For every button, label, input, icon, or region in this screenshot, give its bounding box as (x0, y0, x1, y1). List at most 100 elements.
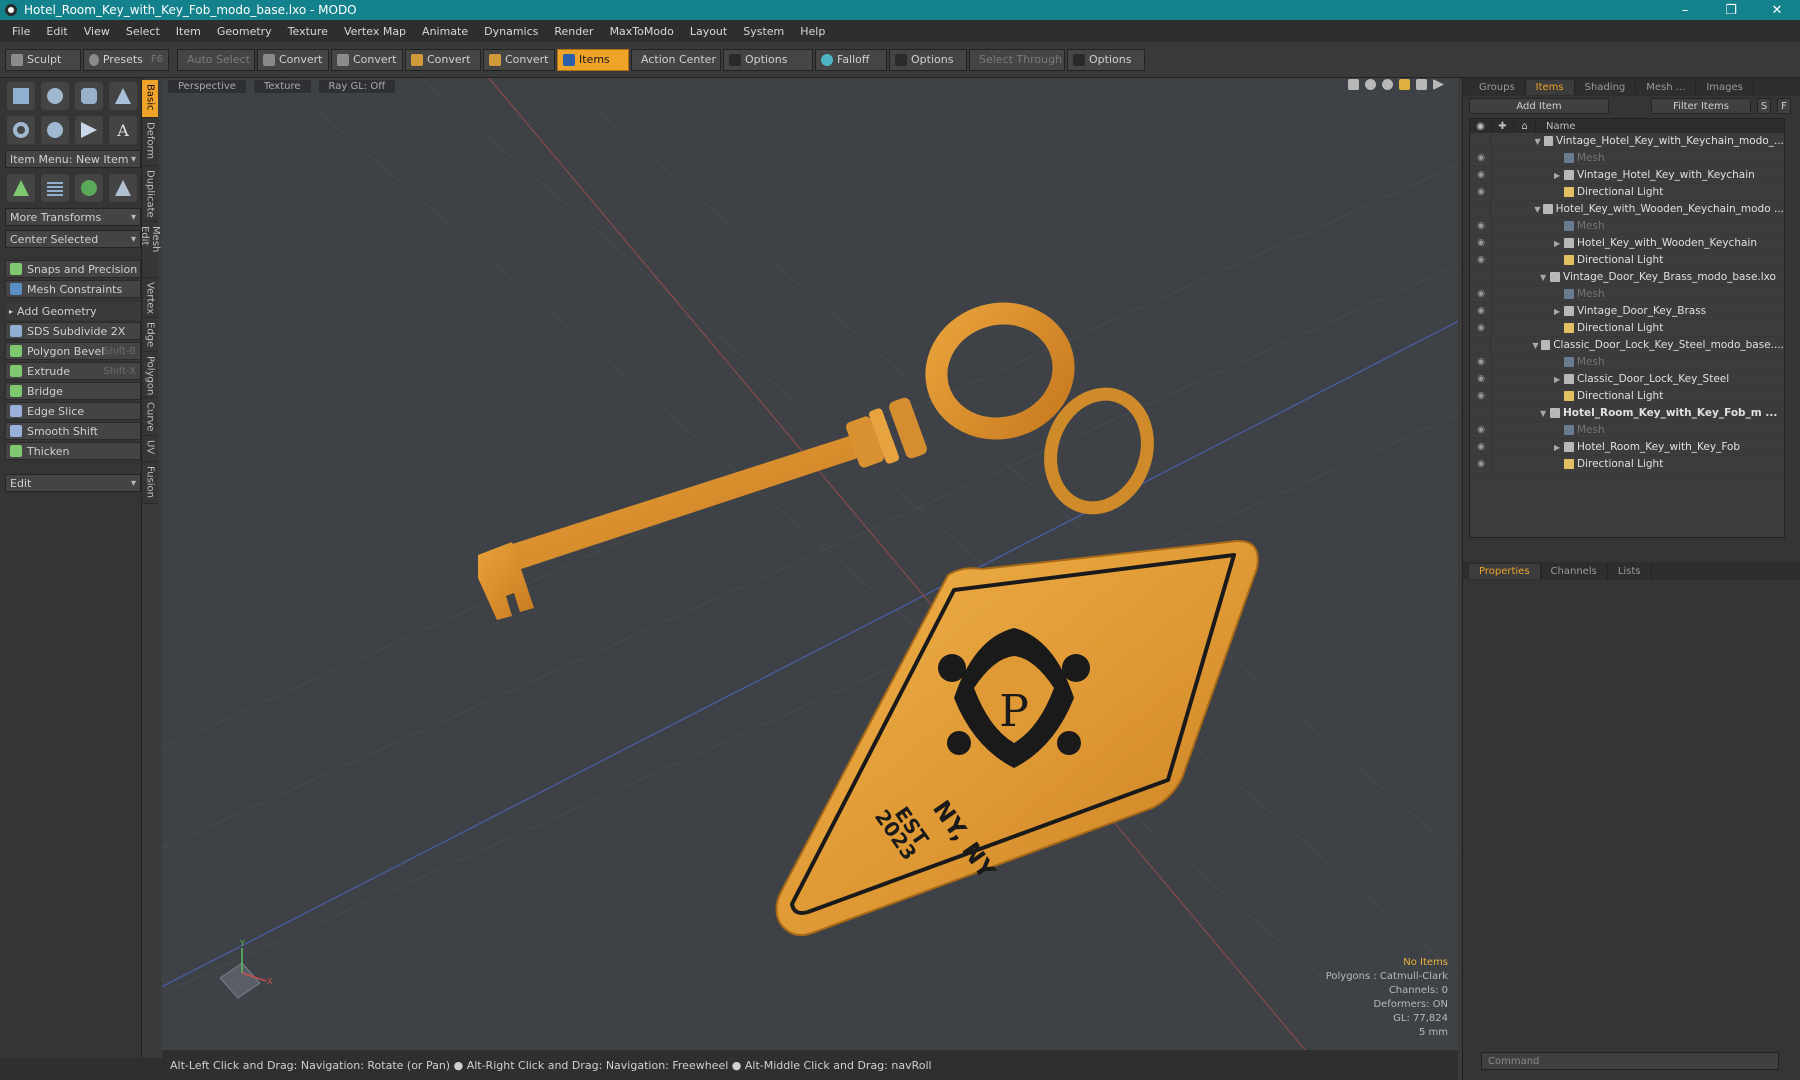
tree-row[interactable]: ◉ ▶ Classic_Door_Lock_Key_Steel (1470, 371, 1784, 388)
menu-item[interactable]: Item (168, 25, 209, 38)
tree-row[interactable]: ◉ ▶ Vintage_Door_Key_Brass (1470, 303, 1784, 320)
action-center-button[interactable]: Action Center (631, 48, 721, 71)
tree-row[interactable]: ◉ Directional Light (1470, 184, 1784, 201)
maximize-button[interactable]: ❐ (1708, 3, 1754, 18)
tree-row[interactable]: ◉ Directional Light (1470, 388, 1784, 405)
tree-row[interactable]: ◉ Directional Light (1470, 320, 1784, 337)
key-fob[interactable]: P NY, NY EST 2023 (775, 539, 1259, 936)
tree-row[interactable]: ◉ ▶ Hotel_Room_Key_with_Key_Fob (1470, 439, 1784, 456)
more-transforms-dropdown[interactable]: More Transforms (5, 208, 141, 226)
fit-icon[interactable] (1399, 79, 1410, 90)
convert-materials-button[interactable]: Convert (483, 48, 555, 71)
menu-render[interactable]: Render (546, 25, 601, 38)
menu-maxtomodo[interactable]: MaxToModo (602, 25, 682, 38)
tree-row[interactable]: ▼ Vintage_Door_Key_Brass_modo_base.lxo (1470, 269, 1784, 286)
convert-polygons-button[interactable]: Convert (405, 48, 481, 71)
menu-select[interactable]: Select (118, 25, 168, 38)
rotate-icon[interactable] (1365, 79, 1376, 90)
convert-edges-button[interactable]: Convert (331, 48, 403, 71)
menu-edit[interactable]: Edit (38, 25, 75, 38)
visibility-eye-icon[interactable]: ◉ (1470, 323, 1492, 333)
cube-icon[interactable] (7, 82, 35, 110)
tab-channels[interactable]: Channels (1541, 563, 1608, 579)
sds-subdivide-button[interactable]: SDS Subdivide 2X (5, 322, 141, 340)
expand-toggle-icon[interactable]: ▶ (1554, 171, 1564, 180)
tab-deform[interactable]: Deform (142, 118, 158, 166)
edit-dropdown[interactable]: Edit (5, 474, 141, 492)
mesh-constraints-button[interactable]: Mesh Constraints (5, 280, 141, 298)
visibility-eye-icon[interactable]: ◉ (1470, 306, 1492, 316)
tab-uv[interactable]: UV (142, 436, 158, 462)
visibility-eye-icon[interactable]: ◉ (1470, 442, 1492, 452)
visibility-eye-icon[interactable]: ◉ (1470, 153, 1492, 163)
f-toggle[interactable]: F (1777, 98, 1791, 114)
extrude-button[interactable]: Extrude Shift-X (5, 362, 141, 380)
tree-row[interactable]: ◉ ▶ Hotel_Key_with_Wooden_Keychain (1470, 235, 1784, 252)
raygl-toggle[interactable]: Ray GL: Off (318, 79, 396, 93)
menu-help[interactable]: Help (792, 25, 833, 38)
grid-icon[interactable] (41, 174, 69, 202)
pan-icon[interactable] (1348, 79, 1359, 90)
menu-layout[interactable]: Layout (682, 25, 735, 38)
expand-toggle-icon[interactable]: ▼ (1535, 137, 1544, 146)
tab-vertex[interactable]: Vertex (142, 278, 158, 318)
command-input[interactable]: Command (1481, 1052, 1779, 1070)
menu-animate[interactable]: Animate (414, 25, 476, 38)
minimize-button[interactable]: – (1662, 3, 1708, 18)
capsule-icon[interactable] (41, 116, 69, 144)
tree-row[interactable]: ◉ Mesh (1470, 422, 1784, 439)
view-perspective-menu[interactable]: Perspective (168, 79, 246, 93)
tab-properties[interactable]: Properties (1469, 563, 1541, 579)
add-item-button[interactable]: Add Item (1469, 98, 1609, 114)
polygon-bevel-button[interactable]: Polygon Bevel Shift-B (5, 342, 141, 360)
shading-texture-menu[interactable]: Texture (253, 79, 311, 93)
menu-system[interactable]: System (735, 25, 792, 38)
tree-row[interactable]: ◉ Mesh (1470, 218, 1784, 235)
expand-toggle-icon[interactable]: ▶ (1554, 239, 1564, 248)
visibility-eye-icon[interactable]: ◉ (1470, 238, 1492, 248)
action-center-options-button[interactable]: Options (723, 48, 813, 71)
tree-row[interactable]: ◉ Directional Light (1470, 252, 1784, 269)
tree-row[interactable]: ▼ Hotel_Room_Key_with_Key_Fob_m ... (1470, 405, 1784, 422)
tab-fusion[interactable]: Fusion (142, 462, 158, 504)
name-column-header[interactable]: Name (1536, 121, 1576, 132)
close-button[interactable]: ✕ (1754, 3, 1800, 18)
zoom-icon[interactable] (1382, 79, 1393, 90)
menu-texture[interactable]: Texture (280, 25, 336, 38)
pyramid-icon[interactable] (109, 174, 137, 202)
menu-dynamics[interactable]: Dynamics (476, 25, 546, 38)
tab-mesh-edit[interactable]: Mesh Edit (139, 222, 161, 278)
tab-polygon[interactable]: Polygon (142, 352, 158, 398)
sphere-icon[interactable] (41, 82, 69, 110)
presets-button[interactable]: Presets F6 (83, 48, 169, 71)
tab-shading[interactable]: Shading (1575, 79, 1637, 95)
select-through-options-button[interactable]: Options (1067, 48, 1145, 71)
expand-toggle-icon[interactable]: ▼ (1540, 273, 1550, 282)
render-col-icon[interactable]: ⌂ (1514, 120, 1536, 132)
falloff-button[interactable]: Falloff (815, 48, 887, 71)
tab-mesh[interactable]: Mesh ... (1636, 79, 1697, 95)
add-geometry-header[interactable]: ▸ Add Geometry (5, 302, 141, 320)
edge-slice-button[interactable]: Edge Slice (5, 402, 141, 420)
tree-row[interactable]: ▼ Classic_Door_Lock_Key_Steel_modo_base..… (1470, 337, 1784, 354)
visibility-eye-icon[interactable]: ◉ (1470, 221, 1492, 231)
viewport-gear-icon[interactable] (1416, 79, 1427, 90)
thicken-button[interactable]: Thicken (5, 442, 141, 460)
tree-row[interactable]: ▼ Vintage_Hotel_Key_with_Keychain_modo_..… (1470, 133, 1784, 150)
3d-viewport[interactable]: P NY, NY EST 2023 Y X Perspective Textur… (162, 78, 1458, 1050)
visibility-eye-icon[interactable]: ◉ (1470, 357, 1492, 367)
tree-row[interactable]: ◉ Mesh (1470, 286, 1784, 303)
bridge-button[interactable]: Bridge (5, 382, 141, 400)
center-selected-dropdown[interactable]: Center Selected (5, 230, 141, 248)
expand-toggle-icon[interactable]: ▼ (1540, 409, 1550, 418)
expand-toggle-icon[interactable]: ▶ (1554, 443, 1564, 452)
visibility-eye-icon[interactable]: ◉ (1470, 391, 1492, 401)
tab-lists[interactable]: Lists (1608, 563, 1652, 579)
lock-col-icon[interactable]: ✚ (1492, 120, 1514, 132)
tab-edge[interactable]: Edge (142, 318, 158, 352)
s-toggle[interactable]: S (1757, 98, 1771, 114)
items-mode-button[interactable]: Items (557, 48, 629, 71)
auto-select-button[interactable]: Auto Select (177, 48, 255, 71)
visibility-eye-icon[interactable]: ◉ (1470, 459, 1492, 469)
expand-toggle-icon[interactable]: ▶ (1554, 375, 1564, 384)
